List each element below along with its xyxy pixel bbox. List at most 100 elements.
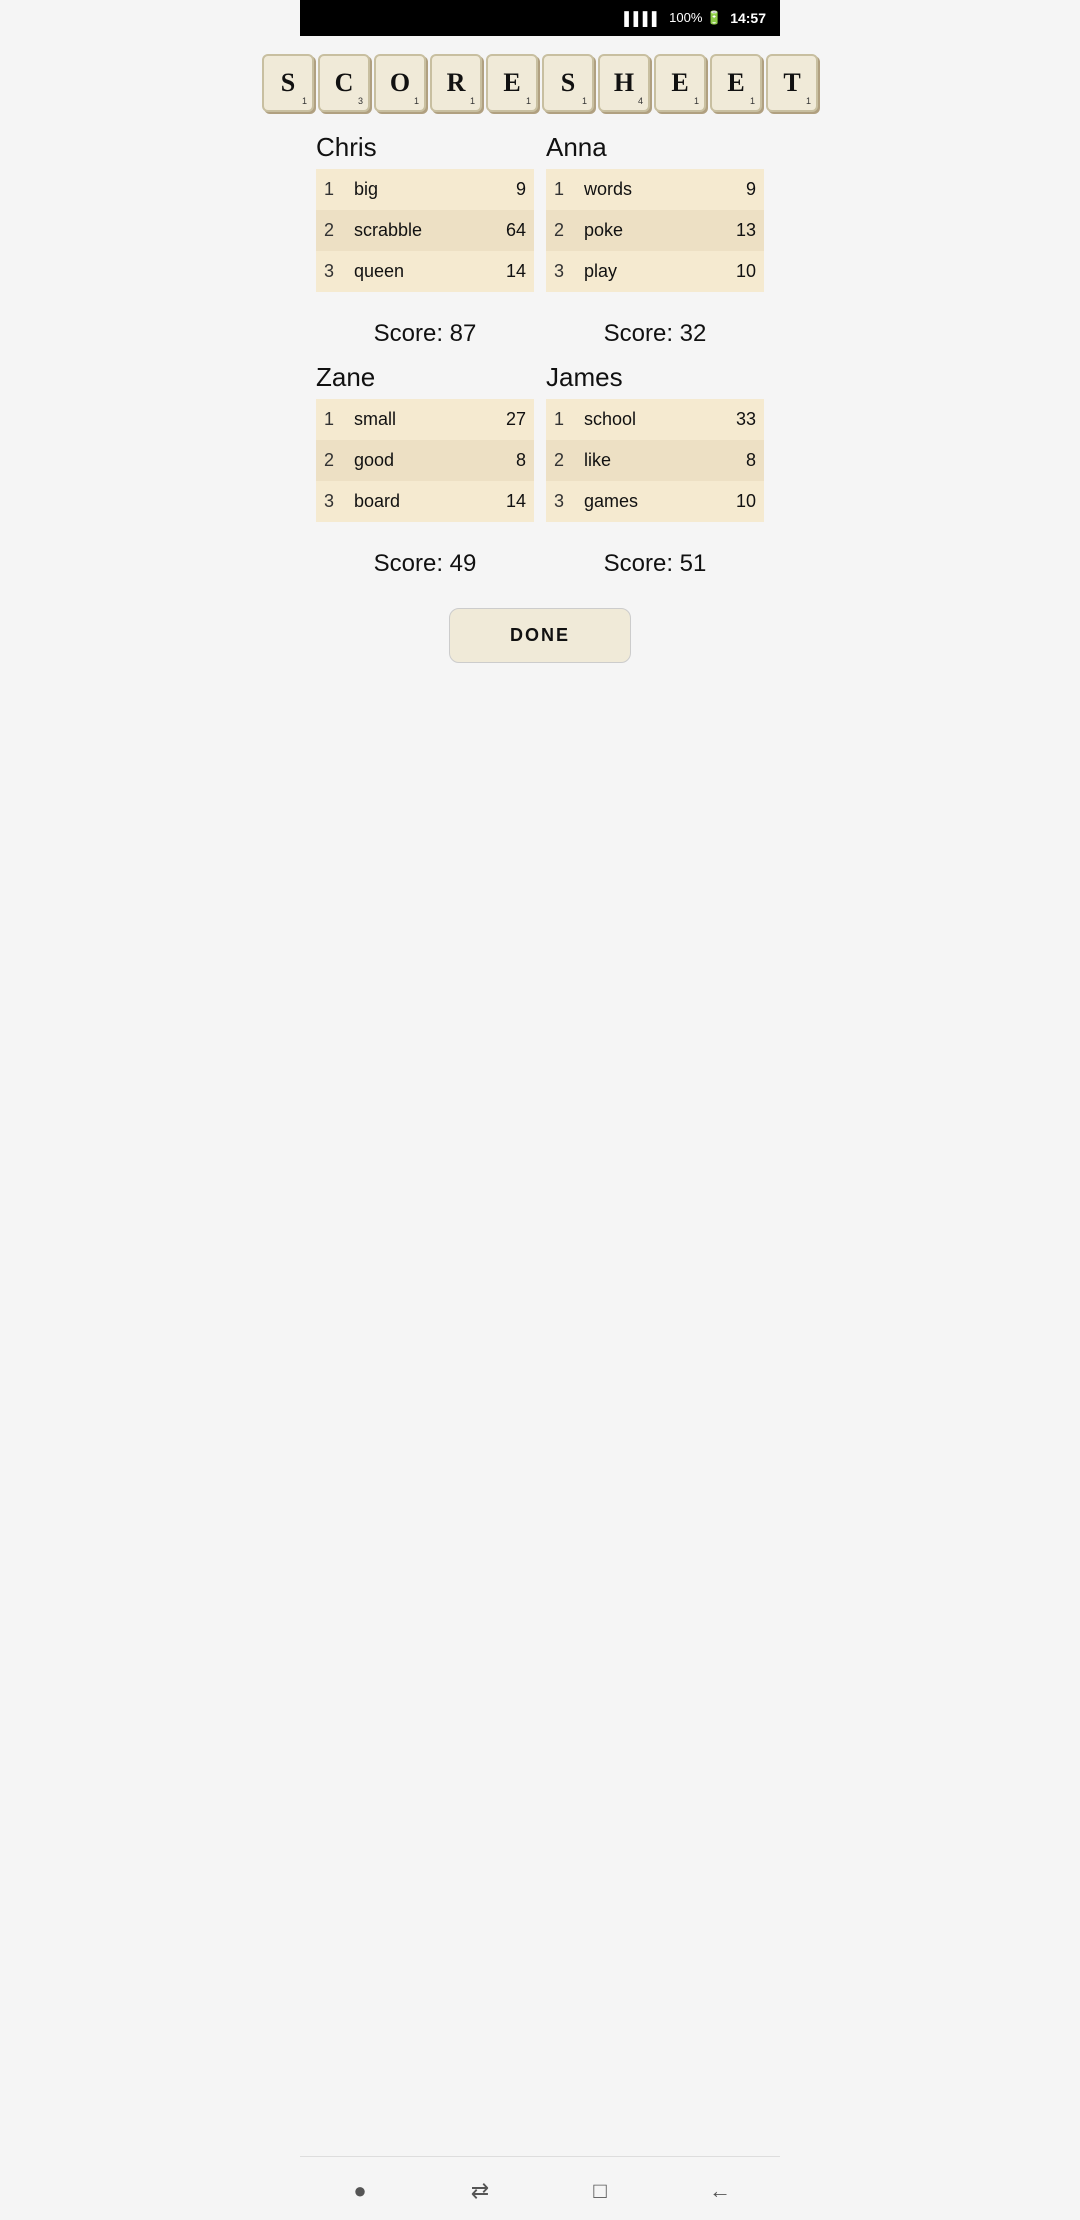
play-word: board: [346, 481, 465, 522]
tile-points: 1: [470, 96, 475, 106]
play-word: play: [576, 251, 696, 292]
status-bar: ▌▌▌▌ 100% 🔋 14:57: [300, 0, 780, 36]
table-row: 1 small 27: [316, 399, 534, 440]
tile-points: 3: [358, 96, 363, 106]
done-button[interactable]: DONE: [449, 608, 631, 663]
tile-points: 1: [750, 96, 755, 106]
play-word: words: [576, 169, 696, 210]
tile-letter: S: [281, 70, 295, 96]
players-row-2: Zane 1 small 27 2 good 8 3 board 14 Jame…: [316, 362, 764, 592]
title-tile: S1: [542, 54, 594, 112]
signal-icon: ▌▌▌▌: [624, 11, 661, 26]
tile-points: 1: [806, 96, 811, 106]
play-num: 3: [316, 481, 346, 522]
player-zane-table: 1 small 27 2 good 8 3 board 14: [316, 399, 534, 522]
play-score: 13: [696, 210, 764, 251]
nav-square-icon[interactable]: □: [575, 2171, 625, 2211]
title-tile: R1: [430, 54, 482, 112]
players-row-1: Chris 1 big 9 2 scrabble 64 3 queen 14 A…: [316, 132, 764, 362]
play-score: 10: [696, 251, 764, 292]
tile-letter: T: [783, 70, 800, 96]
tile-points: 1: [414, 96, 419, 106]
play-num: 1: [316, 399, 346, 440]
clock: 14:57: [730, 10, 766, 26]
tile-letter: C: [335, 70, 354, 96]
play-word: small: [346, 399, 465, 440]
title-tile: E1: [486, 54, 538, 112]
table-row: 2 like 8: [546, 440, 764, 481]
table-row: 1 words 9: [546, 169, 764, 210]
title-tile: E1: [654, 54, 706, 112]
tile-letter: H: [614, 70, 634, 96]
nav-transfer-icon[interactable]: ⇄: [455, 2171, 505, 2211]
title-tile: H4: [598, 54, 650, 112]
play-num: 2: [316, 440, 346, 481]
table-row: 2 scrabble 64: [316, 210, 534, 251]
play-score: 64: [478, 210, 534, 251]
play-word: school: [576, 399, 700, 440]
title-tile: O1: [374, 54, 426, 112]
nav-back-icon[interactable]: ←: [695, 2171, 745, 2211]
player-zane: Zane 1 small 27 2 good 8 3 board 14: [316, 362, 534, 522]
tile-letter: E: [503, 70, 520, 96]
play-score: 9: [478, 169, 534, 210]
table-row: 2 good 8: [316, 440, 534, 481]
tile-letter: O: [390, 70, 410, 96]
table-row: 3 queen 14: [316, 251, 534, 292]
table-row: 1 school 33: [546, 399, 764, 440]
title-tile: C3: [318, 54, 370, 112]
player-anna-name: Anna: [546, 132, 764, 163]
scoresheet-title: S1C3O1R1E1S1H4E1E1T1: [262, 54, 818, 112]
title-tile: T1: [766, 54, 818, 112]
player-chris-table: 1 big 9 2 scrabble 64 3 queen 14: [316, 169, 534, 292]
player-chris: Chris 1 big 9 2 scrabble 64 3 queen 14: [316, 132, 534, 292]
table-row: 2 poke 13: [546, 210, 764, 251]
table-row: 1 big 9: [316, 169, 534, 210]
bottom-nav: ● ⇄ □ ←: [300, 2156, 780, 2220]
play-score: 8: [700, 440, 764, 481]
table-row: 3 board 14: [316, 481, 534, 522]
tile-letter: R: [447, 70, 466, 96]
play-word: poke: [576, 210, 696, 251]
play-num: 3: [546, 481, 576, 522]
table-row: 3 games 10: [546, 481, 764, 522]
play-score: 9: [696, 169, 764, 210]
player-james-name: James: [546, 362, 764, 393]
anna-total: Score: 32: [546, 320, 764, 348]
play-num: 1: [546, 399, 576, 440]
play-word: good: [346, 440, 465, 481]
play-num: 2: [546, 210, 576, 251]
player-anna: Anna 1 words 9 2 poke 13 3 play 10: [546, 132, 764, 292]
play-num: 1: [546, 169, 576, 210]
chris-total: Score: 87: [316, 320, 534, 348]
play-score: 14: [478, 251, 534, 292]
play-score: 10: [700, 481, 764, 522]
tile-letter: E: [727, 70, 744, 96]
tile-points: 1: [526, 96, 531, 106]
tile-letter: E: [671, 70, 688, 96]
title-tile: E1: [710, 54, 762, 112]
play-score: 27: [465, 399, 534, 440]
play-word: like: [576, 440, 700, 481]
battery-icon: 100% 🔋: [669, 10, 722, 26]
player-anna-table: 1 words 9 2 poke 13 3 play 10: [546, 169, 764, 292]
done-area: DONE: [316, 592, 764, 675]
title-tile: S1: [262, 54, 314, 112]
play-word: games: [576, 481, 700, 522]
play-word: queen: [346, 251, 478, 292]
tile-points: 1: [302, 96, 307, 106]
player-zane-name: Zane: [316, 362, 534, 393]
nav-dot-icon[interactable]: ●: [335, 2171, 385, 2211]
tile-points: 1: [582, 96, 587, 106]
tile-points: 4: [638, 96, 643, 106]
main-content: Chris 1 big 9 2 scrabble 64 3 queen 14 A…: [300, 122, 780, 2156]
james-total: Score: 51: [546, 550, 764, 578]
play-word: scrabble: [346, 210, 478, 251]
player-james: James 1 school 33 2 like 8 3 games 10: [546, 362, 764, 522]
tile-points: 1: [694, 96, 699, 106]
play-num: 1: [316, 169, 346, 210]
zane-total: Score: 49: [316, 550, 534, 578]
play-num: 2: [316, 210, 346, 251]
player-chris-name: Chris: [316, 132, 534, 163]
play-num: 2: [546, 440, 576, 481]
